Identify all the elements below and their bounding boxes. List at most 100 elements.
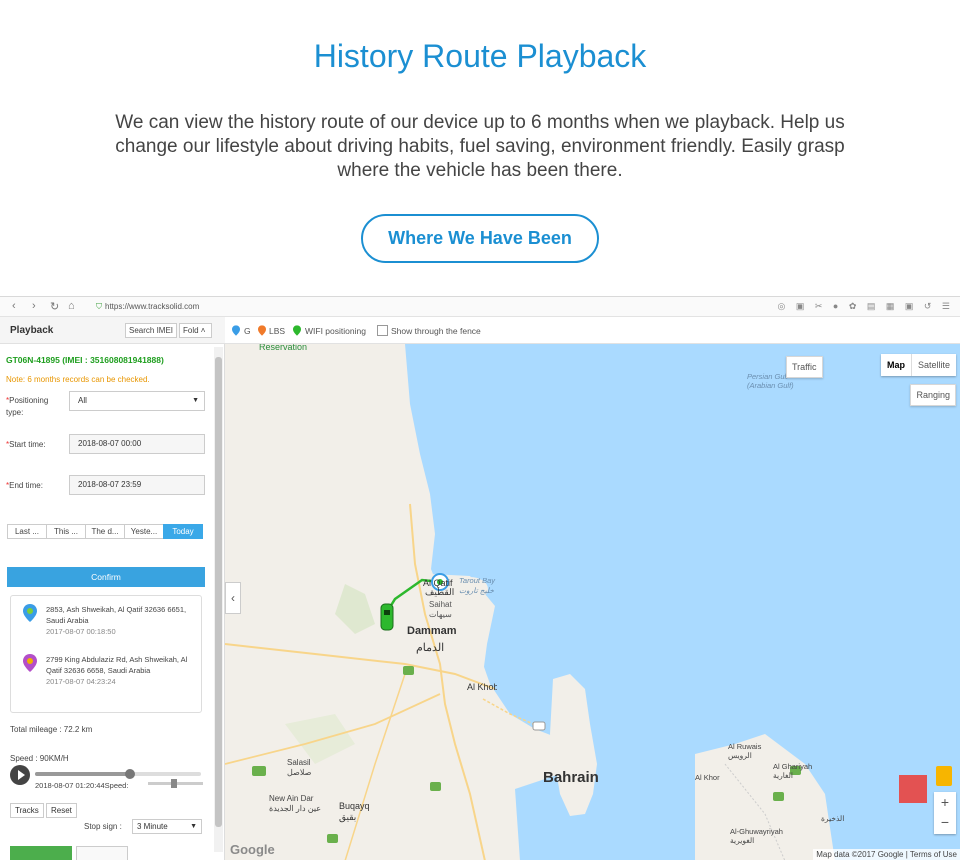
start-point: 2853, Ash Shweikah, Al Qatif 32636 6651,… [46,604,204,637]
playback-time: 2018-08-07 01:20:44Speed: [35,781,129,790]
label-buqayq-ar: بقيق [339,812,357,822]
hero-title: History Route Playback [313,38,647,74]
street-view-pegman-icon[interactable] [936,766,952,786]
start-time: 2017-08-07 00:18:50 [46,627,116,636]
stop-sign-label: Stop sign : [84,822,122,831]
scrollbar-thumb[interactable] [215,357,222,827]
home-icon[interactable]: ⌂ [68,300,75,312]
sidebar-header: Playback Search IMEI Fold ˄ [0,317,225,344]
zoom-out-button[interactable]: − [934,812,956,832]
gps-filter[interactable]: G [244,326,251,336]
label-al-dhakira-ar: الذخيرة [821,814,845,823]
red-marker-square[interactable] [899,775,927,803]
end-time: 2017-08-07 04:23:24 [46,677,116,686]
dropdown-caret-icon: ▼ [190,823,197,830]
wifi-pin-icon [293,325,301,336]
speed-slider[interactable] [148,779,203,788]
map-attribution[interactable]: Map data ©2017 Google | Terms of Use [813,849,960,860]
positioning-type-label: *Positioning type: [6,396,49,417]
search-imei-button[interactable]: Search IMEI [125,323,178,338]
end-address: 2799 King Abdulaziz Rd, Ash Shweikah, Al… [46,655,188,675]
label-al-ghariyah: Al Ghariyah [773,762,813,771]
playback-fill [35,772,130,776]
label-new-ain-dar: New Ain Dar [269,794,314,803]
confirm-button[interactable]: Confirm [7,567,205,587]
label-al-qatif-ar: القطيف [425,587,455,597]
green-action-button[interactable] [10,846,72,860]
traffic-button[interactable]: Traffic [786,356,823,378]
chevron-left-icon: ‹ [231,591,235,605]
collapse-sidebar-button[interactable]: ‹ [225,582,241,614]
speed-knob[interactable] [171,779,177,788]
lbs-filter[interactable]: LBS [269,326,285,336]
label-al-ruwais: Al Ruwais [728,742,762,751]
label-persian-gulf: Persian Gulf [747,372,789,381]
end-time-label: *End time: [6,481,43,490]
start-time-input[interactable]: 2018-08-07 00:00 [69,434,205,454]
road-shield [532,721,546,731]
start-time-label: *Start time: [6,440,46,449]
map-type-satellite[interactable]: Satellite [912,354,956,376]
label-reservation: Reservation [259,344,308,352]
positioning-type-select[interactable]: All ▼ [69,391,205,411]
label-arabian-gulf: (Arabian Gulf) [747,381,794,390]
label-salasil: Salasil [287,758,311,767]
sidebar-title: Playback [10,325,54,336]
label-al-ghuwayriyah: Al-Ghuwayriyah [730,827,783,836]
label-al-ghuwayriyah-ar: الغويرية [730,836,755,845]
range-the-day[interactable]: The d... [85,524,124,539]
playback-knob[interactable] [124,769,135,779]
range-today[interactable]: Today [163,524,203,539]
app-screenshot: ‹ › ↻ ⌂ ⛉ https://www.tracksolid.com ◎ ▣ … [0,296,960,860]
map-type-switch: Map Satellite [880,354,956,376]
browser-toolbar: ‹ › ↻ ⌂ ⛉ https://www.tracksolid.com ◎ ▣ … [0,297,960,317]
map-type-map[interactable]: Map [881,354,912,376]
road-shield [252,766,266,776]
label-saihat: Saihat [429,600,452,609]
chevron-up-icon: ˄ [200,326,206,335]
browser-extension-icons[interactable]: ◎ ▣ ✂ ● ✿ ▤ ▦ ▣ ↺ ☰ [778,301,955,312]
road-shield [327,834,338,843]
fold-button[interactable]: Fold ˄ [179,323,212,338]
total-mileage: Total mileage : 72.2 km [10,725,93,734]
hero-section: History Route Playback We can view the h… [0,0,960,296]
label-al-ruwais-ar: الرويس [728,751,752,760]
fence-checkbox[interactable] [377,325,388,336]
back-icon[interactable]: ‹ [12,300,16,312]
address-bar[interactable]: ⛉ https://www.tracksolid.com [96,302,199,312]
gray-action-button[interactable] [76,846,128,860]
label-dammam: Dammam [407,625,457,637]
wifi-filter[interactable]: WIFI positioning [305,326,366,336]
range-yesterday[interactable]: Yeste... [124,524,163,539]
where-we-have-been-button[interactable]: Where We Have Been [361,214,599,263]
start-point-icon [23,604,37,622]
ranging-button[interactable]: Ranging [910,384,956,406]
label-al-ghariyah-ar: الغارية [773,771,794,780]
secure-lock-icon: ⛉ [96,302,102,311]
range-this[interactable]: This ... [46,524,85,539]
sidebar-scrollbar[interactable] [214,347,223,852]
url-text: https://www.tracksolid.com [105,302,200,311]
range-last[interactable]: Last ... [7,524,46,539]
playback-slider[interactable] [35,769,201,779]
label-tarout-bay-ar: خليج تاروت [459,586,494,595]
vehicle-windshield [384,610,390,615]
zoom-in-button[interactable]: + [934,792,956,812]
end-time-input[interactable]: 2018-08-07 23:59 [69,475,205,495]
label-al-khor: Al Khor [695,773,720,782]
reset-button[interactable]: Reset [46,803,77,818]
stop-sign-select[interactable]: 3 Minute ▼ [132,819,202,834]
route-endpoints: 2853, Ash Shweikah, Al Qatif 32636 6651,… [10,595,202,713]
forward-icon[interactable]: › [32,300,36,312]
records-note: Note: 6 months records can be checked. [6,375,150,384]
road-shield [403,666,414,675]
current-speed: Speed : 90KM/H [10,754,69,763]
reload-icon[interactable]: ↻ [50,300,59,313]
vehicle-marker[interactable] [380,603,394,631]
lbs-pin-icon [258,325,266,336]
tracks-button[interactable]: Tracks [10,803,44,818]
end-point: 2799 King Abdulaziz Rd, Ash Shweikah, Al… [46,654,204,687]
map-filter-bar: G LBS WIFI positioning Show through the … [225,317,960,344]
map-view[interactable]: Reservation Persian Gulf (Arabian Gulf) … [225,344,960,860]
play-button[interactable] [10,765,30,785]
